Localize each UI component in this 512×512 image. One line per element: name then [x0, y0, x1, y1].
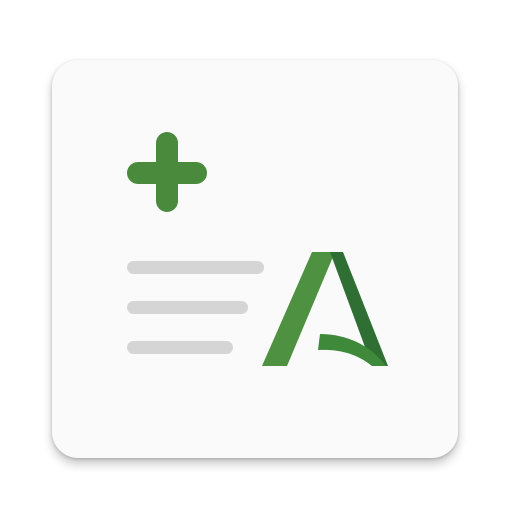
plus-vertical-bar — [156, 132, 178, 212]
text-line-3 — [127, 341, 233, 354]
app-icon-stage — [0, 0, 512, 512]
text-line-1 — [127, 261, 264, 274]
andalucia-a-logo-icon — [262, 252, 388, 366]
app-icon-card[interactable] — [52, 60, 458, 458]
text-line-2 — [127, 301, 248, 314]
plus-icon — [127, 132, 207, 212]
